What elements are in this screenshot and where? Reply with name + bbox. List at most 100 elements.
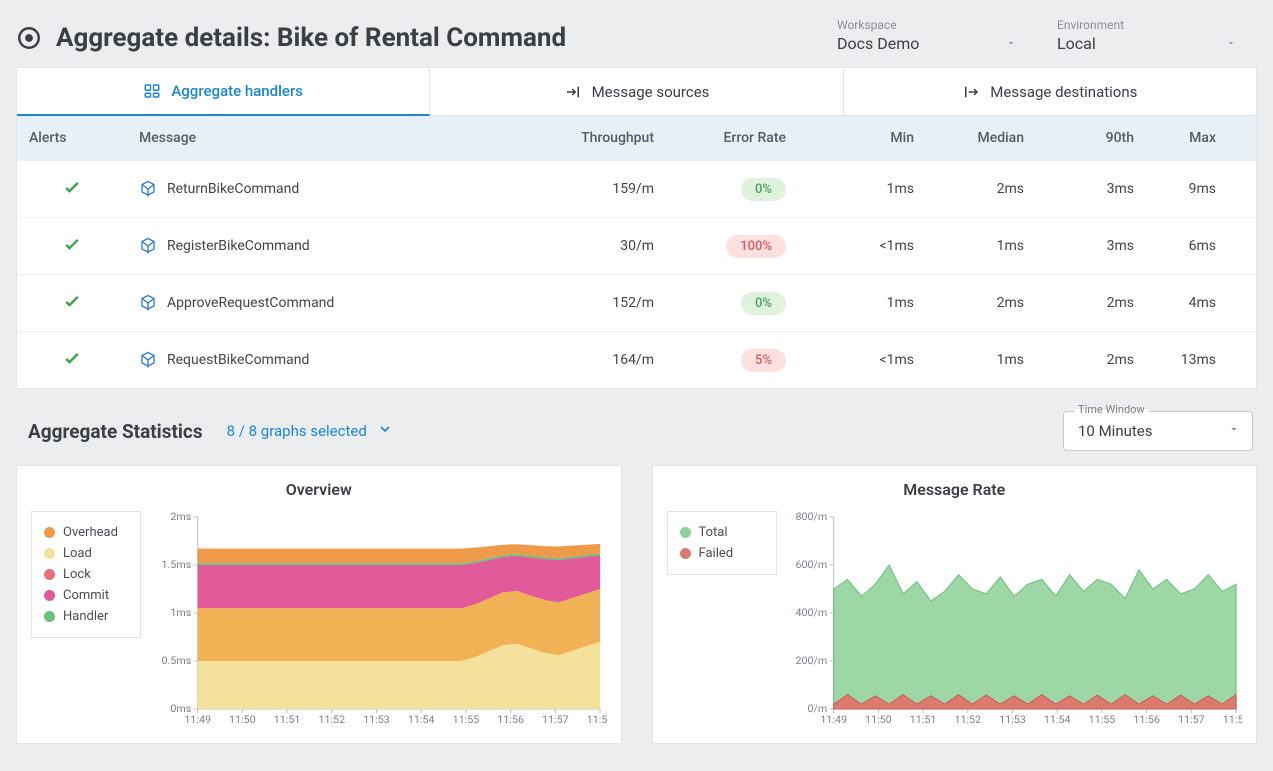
time-window-label: Time Window — [1074, 403, 1149, 416]
legend-label: Lock — [63, 567, 91, 582]
svg-text:11:55: 11:55 — [1088, 713, 1115, 726]
message-name: RequestBikeCommand — [167, 352, 309, 368]
chevron-down-icon — [377, 421, 393, 441]
p90-cell: 3ms — [1036, 161, 1146, 218]
table-row[interactable]: RequestBikeCommand164/m5%<1ms1ms2ms13ms — [17, 332, 1256, 389]
caret-down-icon — [1225, 34, 1237, 53]
svg-text:11:50: 11:50 — [229, 713, 256, 726]
svg-text:11:52: 11:52 — [954, 713, 981, 726]
col-throughput[interactable]: Throughput — [526, 116, 666, 161]
max-cell: 4ms — [1146, 275, 1256, 332]
col-min[interactable]: Min — [826, 116, 926, 161]
message-name: ApproveRequestCommand — [167, 295, 334, 311]
tab-message-sources[interactable]: Message sources — [430, 68, 843, 115]
min-cell: <1ms — [826, 332, 926, 389]
min-cell: <1ms — [826, 218, 926, 275]
svg-text:11:56: 11:56 — [497, 713, 524, 726]
legend-dot — [44, 569, 55, 580]
message-rate-legend: Total Failed — [667, 511, 777, 575]
graphs-selected-label: 8 / 8 graphs selected — [227, 422, 367, 440]
error-rate-badge: 5% — [741, 349, 786, 372]
overview-chart-card: Overview OverheadLoad Lock Commit Handler 0… — [16, 465, 622, 744]
legend-item[interactable]: Lock — [44, 564, 128, 585]
svg-text:0.5ms: 0.5ms — [162, 654, 192, 667]
caret-down-icon — [1005, 34, 1017, 53]
col-error-rate[interactable]: Error Rate — [666, 116, 826, 161]
legend-item[interactable]: Load — [44, 543, 128, 564]
legend-item[interactable]: Handler — [44, 606, 128, 627]
svg-text:11:51: 11:51 — [274, 713, 301, 726]
svg-text:11:49: 11:49 — [184, 713, 211, 726]
time-window-select[interactable]: Time Window 10 Minutes — [1063, 411, 1253, 451]
legend-dot — [44, 548, 55, 559]
time-window-value: 10 Minutes — [1078, 422, 1152, 440]
legend-label: Total — [699, 525, 728, 540]
svg-text:11:54: 11:54 — [408, 713, 435, 726]
legend-item[interactable]: Total — [680, 522, 764, 543]
table-row[interactable]: RegisterBikeCommand30/m100%<1ms1ms3ms6ms — [17, 218, 1256, 275]
error-rate-badge: 0% — [741, 292, 786, 315]
legend-item[interactable]: Commit — [44, 585, 128, 606]
legend-dot — [680, 527, 691, 538]
message-name: ReturnBikeCommand — [167, 181, 299, 197]
svg-text:11:52: 11:52 — [318, 713, 345, 726]
p90-cell: 2ms — [1036, 332, 1146, 389]
legend-label: Failed — [699, 546, 734, 561]
col-alerts[interactable]: Alerts — [17, 116, 127, 161]
target-icon — [16, 25, 42, 51]
caret-down-icon — [1228, 423, 1240, 439]
tab-aggregate-handlers[interactable]: Aggregate handlers — [17, 68, 430, 116]
legend-label: Handler — [63, 609, 108, 624]
message-name: RegisterBikeCommand — [167, 238, 310, 254]
svg-text:11:49: 11:49 — [820, 713, 847, 726]
stats-title: Aggregate Statistics — [28, 420, 203, 443]
error-rate-badge: 0% — [741, 178, 786, 201]
legend-dot — [44, 611, 55, 622]
col-message[interactable]: Message — [127, 116, 526, 161]
throughput-cell: 30/m — [526, 218, 666, 275]
table-row[interactable]: ReturnBikeCommand159/m0%1ms2ms3ms9ms — [17, 161, 1256, 218]
svg-text:1.5ms: 1.5ms — [162, 558, 192, 571]
svg-text:800/m: 800/m — [795, 511, 827, 523]
legend-dot — [44, 590, 55, 601]
min-cell: 1ms — [826, 275, 926, 332]
cube-icon — [139, 180, 157, 198]
p90-cell: 2ms — [1036, 275, 1146, 332]
max-cell: 13ms — [1146, 332, 1256, 389]
workspace-label: Workspace — [837, 18, 1017, 32]
col-90th[interactable]: 90th — [1036, 116, 1146, 161]
graphs-selected-toggle[interactable]: 8 / 8 graphs selected — [227, 421, 393, 441]
col-max[interactable]: Max — [1146, 116, 1256, 161]
environment-selector[interactable]: Environment Local — [1057, 18, 1237, 53]
error-rate-badge: 100% — [726, 235, 786, 258]
max-cell: 9ms — [1146, 161, 1256, 218]
tab-message-destinations[interactable]: Message destinations — [844, 68, 1256, 115]
svg-text:11:58: 11:58 — [1222, 713, 1242, 726]
workspace-selector[interactable]: Workspace Docs Demo — [837, 18, 1017, 53]
p90-cell: 3ms — [1036, 218, 1146, 275]
legend-dot — [680, 548, 691, 559]
message-rate-plot[interactable]: 0/m200/m400/m600/m800/m11:4911:5011:5111… — [793, 511, 1243, 731]
legend-dot — [44, 527, 55, 538]
overview-chart-title: Overview — [31, 480, 607, 499]
check-icon — [62, 185, 82, 201]
svg-text:11:55: 11:55 — [453, 713, 480, 726]
svg-text:11:58: 11:58 — [587, 713, 607, 726]
svg-text:11:57: 11:57 — [1178, 713, 1205, 726]
check-icon — [62, 299, 82, 315]
svg-text:11:50: 11:50 — [865, 713, 892, 726]
table-row[interactable]: ApproveRequestCommand152/m0%1ms2ms2ms4ms — [17, 275, 1256, 332]
tab-label: Message sources — [592, 83, 710, 101]
message-rate-chart-card: Message Rate TotalFailed 0/m200/m400/m60… — [652, 465, 1258, 744]
col-median[interactable]: Median — [926, 116, 1036, 161]
median-cell: 2ms — [926, 161, 1036, 218]
svg-text:11:57: 11:57 — [542, 713, 569, 726]
median-cell: 1ms — [926, 332, 1036, 389]
legend-item[interactable]: Overhead — [44, 522, 128, 543]
overview-plot[interactable]: 0ms0.5ms1ms1.5ms2ms11:4911:5011:5111:521… — [157, 511, 607, 731]
check-icon — [62, 242, 82, 258]
legend-item[interactable]: Failed — [680, 543, 764, 564]
cube-icon — [139, 294, 157, 312]
min-cell: 1ms — [826, 161, 926, 218]
svg-text:11:51: 11:51 — [909, 713, 936, 726]
